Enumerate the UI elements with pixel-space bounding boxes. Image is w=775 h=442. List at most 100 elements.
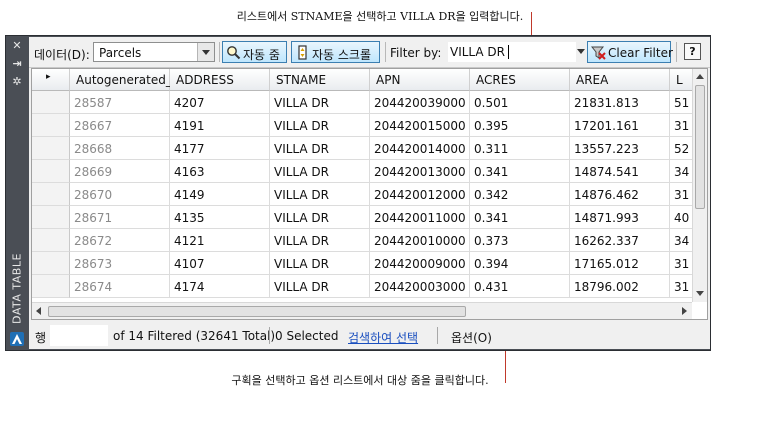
table-cell[interactable]: 17165.012 <box>570 252 670 275</box>
close-icon[interactable]: ✕ <box>10 40 24 52</box>
row-header[interactable] <box>32 206 70 229</box>
row-header[interactable] <box>32 275 70 298</box>
column-header[interactable]: Autogenerated_S <box>70 69 179 91</box>
table-cell[interactable]: 14871.993 <box>570 206 670 229</box>
table-cell[interactable]: VILLA DR <box>270 91 370 114</box>
table-cell[interactable]: VILLA DR <box>270 252 370 275</box>
table-cell[interactable]: 204420010000 <box>370 229 470 252</box>
cell-value: 28667 <box>74 119 113 133</box>
table-cell[interactable]: 0.394 <box>470 252 570 275</box>
vertical-scrollbar[interactable] <box>692 69 707 302</box>
table-cell[interactable]: 28587 <box>70 91 170 114</box>
chevron-down-icon[interactable] <box>197 43 214 61</box>
filter-input[interactable]: VILLA DR <box>448 42 576 62</box>
search-select-link[interactable]: 검색하여 선택 <box>348 329 418 346</box>
horizontal-scrollbar[interactable] <box>32 302 692 319</box>
table-cell[interactable]: 204420009000 <box>370 252 470 275</box>
table-cell[interactable]: 4177 <box>170 137 270 160</box>
row-indicator-icon: ▸ <box>46 72 51 82</box>
column-header[interactable]: STNAME <box>270 69 370 91</box>
table-cell[interactable]: VILLA DR <box>270 229 370 252</box>
table-cell[interactable]: 18796.002 <box>570 275 670 298</box>
horizontal-scroll-thumb[interactable] <box>48 306 466 317</box>
table-cell[interactable]: 28668 <box>70 137 170 160</box>
options-menu[interactable]: 옵션(O) <box>451 329 492 346</box>
scroll-left-icon[interactable] <box>36 307 41 315</box>
table-cell[interactable]: 4135 <box>170 206 270 229</box>
table-cell[interactable]: 4163 <box>170 160 270 183</box>
table-cell[interactable]: 28667 <box>70 114 170 137</box>
cell-value: 0.341 <box>474 165 509 179</box>
table-cell[interactable]: 0.311 <box>470 137 570 160</box>
table-cell[interactable]: 0.341 <box>470 206 570 229</box>
table-cell[interactable]: 204420014000 <box>370 137 470 160</box>
properties-icon[interactable]: ✲ <box>10 76 24 88</box>
table-cell[interactable]: 4207 <box>170 91 270 114</box>
table-cell[interactable]: 204420039000 <box>370 91 470 114</box>
table-cell[interactable]: 17201.161 <box>570 114 670 137</box>
table-cell[interactable]: 28671 <box>70 206 170 229</box>
table-cell[interactable]: 28670 <box>70 183 170 206</box>
row-header[interactable] <box>32 91 70 114</box>
table-cell[interactable]: 21831.813 <box>570 91 670 114</box>
table-cell[interactable]: VILLA DR <box>270 160 370 183</box>
table-cell[interactable]: VILLA DR <box>270 183 370 206</box>
table-cell[interactable]: 16262.337 <box>570 229 670 252</box>
column-header[interactable]: ACRES <box>470 69 570 91</box>
table-cell[interactable]: 4121 <box>170 229 270 252</box>
table-cell[interactable]: 28669 <box>70 160 170 183</box>
table-cell[interactable]: 0.395 <box>470 114 570 137</box>
column-header-label: STNAME <box>276 73 327 87</box>
auto-scroll-button[interactable]: 자동 스크롤 <box>291 41 380 63</box>
column-header[interactable]: AREA <box>570 69 670 91</box>
row-header[interactable] <box>32 114 70 137</box>
column-header[interactable]: APN <box>370 69 470 91</box>
table-cell[interactable]: 204420012000 <box>370 183 470 206</box>
scroll-down-icon[interactable] <box>696 291 704 296</box>
chevron-down-icon[interactable] <box>573 42 585 60</box>
table-cell[interactable]: 0.501 <box>470 91 570 114</box>
table-cell[interactable]: VILLA DR <box>270 206 370 229</box>
auto-hide-icon[interactable]: ⇥ <box>10 58 24 70</box>
help-button[interactable]: ? <box>684 43 701 60</box>
scroll-up-icon[interactable] <box>696 74 704 79</box>
clear-filter-button[interactable]: Clear Filter <box>587 41 673 63</box>
table-cell[interactable]: 204420003000 <box>370 275 470 298</box>
filter-history-dropdown[interactable] <box>573 42 585 62</box>
column-header[interactable]: ADDRESS <box>170 69 270 91</box>
table-cell[interactable]: VILLA DR <box>270 114 370 137</box>
table-cell[interactable]: 0.373 <box>470 229 570 252</box>
table-cell[interactable]: 28674 <box>70 275 170 298</box>
row-number-field[interactable] <box>50 325 108 346</box>
table-cell[interactable]: 14874.541 <box>570 160 670 183</box>
table-cell[interactable]: VILLA DR <box>270 137 370 160</box>
table-cell[interactable]: VILLA DR <box>270 275 370 298</box>
row-header[interactable] <box>32 160 70 183</box>
select-all-corner[interactable]: ▸ <box>32 69 70 91</box>
table-cell[interactable]: 204420015000 <box>370 114 470 137</box>
data-source-dropdown[interactable]: Parcels <box>93 42 215 62</box>
table-cell[interactable]: 204420013000 <box>370 160 470 183</box>
row-header[interactable] <box>32 229 70 252</box>
status-divider <box>437 327 438 344</box>
cell-value: 28668 <box>74 142 113 156</box>
table-cell[interactable]: 4149 <box>170 183 270 206</box>
row-header[interactable] <box>32 137 70 160</box>
table-cell[interactable]: 4191 <box>170 114 270 137</box>
table-cell[interactable]: 204420011000 <box>370 206 470 229</box>
table-cell[interactable]: 4107 <box>170 252 270 275</box>
table-cell[interactable]: 0.342 <box>470 183 570 206</box>
row-header[interactable] <box>32 183 70 206</box>
table-cell[interactable]: 4174 <box>170 275 270 298</box>
table-cell[interactable]: 0.341 <box>470 160 570 183</box>
table-cell[interactable]: 0.431 <box>470 275 570 298</box>
scroll-icon <box>298 45 307 60</box>
table-cell[interactable]: 28673 <box>70 252 170 275</box>
table-cell[interactable]: 14876.462 <box>570 183 670 206</box>
table-cell[interactable]: 28672 <box>70 229 170 252</box>
row-header[interactable] <box>32 252 70 275</box>
vertical-scroll-thumb[interactable] <box>695 85 705 209</box>
scroll-right-icon[interactable] <box>682 307 687 315</box>
table-cell[interactable]: 13557.223 <box>570 137 670 160</box>
auto-zoom-button[interactable]: 자동 줌 <box>222 41 287 63</box>
